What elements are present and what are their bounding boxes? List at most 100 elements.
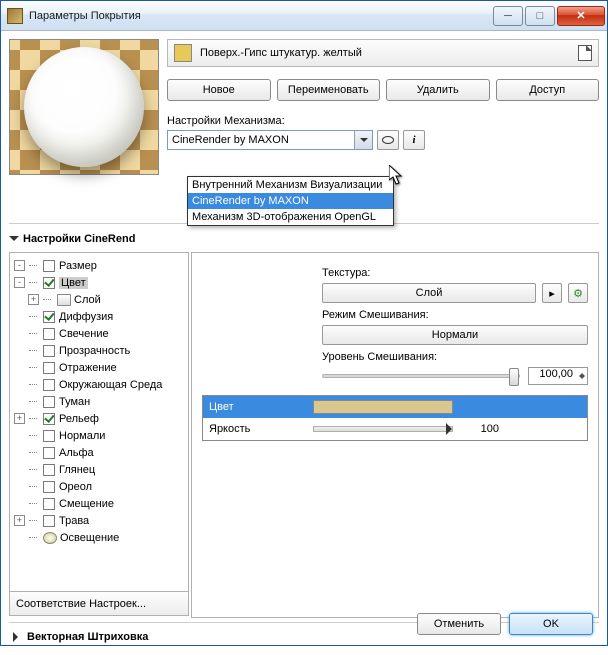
blend-mode-button[interactable]: Нормали <box>322 325 588 345</box>
layer-icon <box>57 294 71 306</box>
tree-item[interactable]: Смещение <box>12 495 186 512</box>
tree-item-label: Размер <box>59 260 97 272</box>
tree-item[interactable]: +Слой <box>12 291 186 308</box>
brightness-slider[interactable] <box>313 426 453 432</box>
material-name-field[interactable]: Поверх.-Гипс штукатур. желтый <box>167 39 599 67</box>
document-icon[interactable] <box>578 45 592 61</box>
cancel-button[interactable]: Отменить <box>417 613 501 635</box>
new-button[interactable]: Новое <box>167 79 271 101</box>
tree-checkbox[interactable] <box>43 277 55 289</box>
tree-item[interactable]: Глянец <box>12 461 186 478</box>
tree-item[interactable]: Освещение <box>12 529 186 546</box>
mix-slider[interactable] <box>322 374 520 378</box>
tree-checkbox[interactable] <box>43 328 55 340</box>
ok-button[interactable]: OK <box>509 613 593 635</box>
tree-item-label: Трава <box>59 515 89 527</box>
tree-item-label: Рельеф <box>59 413 99 425</box>
tree-item-label: Цвет <box>59 277 88 289</box>
tree-checkbox[interactable] <box>43 515 55 527</box>
texture-button[interactable]: Слой <box>322 283 536 303</box>
tree-checkbox[interactable] <box>43 481 55 493</box>
tree-item-label: Освещение <box>60 532 119 544</box>
tree-expand-icon[interactable]: - <box>14 277 25 288</box>
tree-item-label: Смещение <box>59 498 114 510</box>
tree-item-label: Туман <box>59 396 90 408</box>
tree-checkbox[interactable] <box>43 464 55 476</box>
close-button[interactable]: ✕ <box>557 6 605 26</box>
info-button[interactable]: i <box>403 130 425 150</box>
color-row-label: Цвет <box>203 401 313 413</box>
brightness-row[interactable]: Яркость 100 <box>203 418 587 440</box>
tree-item[interactable]: Свечение <box>12 325 186 342</box>
chevron-down-icon[interactable] <box>354 131 372 149</box>
tree-checkbox[interactable] <box>43 260 55 272</box>
tree-item-label: Диффузия <box>59 311 113 323</box>
tree-checkbox[interactable] <box>43 311 55 323</box>
tree-expand-icon[interactable]: + <box>28 294 39 305</box>
tree-item-label: Альфа <box>59 447 94 459</box>
tree-checkbox[interactable] <box>43 379 55 391</box>
tree-item[interactable]: - Цвет <box>12 274 186 291</box>
material-swatch <box>174 44 192 62</box>
tree-item-label: Ореол <box>59 481 92 493</box>
blend-label: Режим Смешивания: <box>322 309 588 321</box>
tree-item[interactable]: Альфа <box>12 444 186 461</box>
mix-value-input[interactable]: 100,00 <box>528 367 588 385</box>
material-preview <box>9 39 159 175</box>
tree-expand-icon[interactable]: + <box>14 413 25 424</box>
tree-checkbox[interactable] <box>43 447 55 459</box>
texture-settings-icon[interactable]: ⚙ <box>568 283 588 303</box>
tree-item[interactable]: - Размер <box>12 257 186 274</box>
tree-checkbox[interactable] <box>43 362 55 374</box>
match-settings-button[interactable]: Соответствие Настроек... <box>9 592 189 616</box>
tree-item-label: Свечение <box>59 328 109 340</box>
engine-option[interactable]: Внутренний Механизм Визуализации <box>188 177 393 193</box>
tree-checkbox[interactable] <box>43 430 55 442</box>
engine-combobox[interactable]: CineRender by MAXON <box>167 130 373 150</box>
brightness-slider-thumb[interactable] <box>446 423 458 435</box>
tree-item[interactable]: Ореол <box>12 478 186 495</box>
engine-value: CineRender by MAXON <box>172 134 289 146</box>
engine-dropdown[interactable]: Внутренний Механизм Визуализации CineRen… <box>187 176 394 226</box>
tree-checkbox[interactable] <box>43 413 55 425</box>
color-grid: Цвет Яркость 100 <box>202 395 588 441</box>
section-title: Векторная Штриховка <box>27 631 148 643</box>
tree-item[interactable]: + Трава <box>12 512 186 529</box>
color-row[interactable]: Цвет <box>203 396 587 418</box>
slider-thumb[interactable] <box>509 368 519 386</box>
preview-sphere <box>24 47 144 167</box>
maximize-button[interactable]: □ <box>525 6 555 26</box>
texture-browse-icon[interactable]: ▸ <box>542 283 562 303</box>
color-swatch-bar[interactable] <box>313 400 453 414</box>
brightness-value: 100 <box>459 423 499 435</box>
tree-item[interactable]: + Рельеф <box>12 410 186 427</box>
tree-item[interactable]: Туман <box>12 393 186 410</box>
tree-checkbox[interactable] <box>43 396 55 408</box>
tree-checkbox[interactable] <box>43 345 55 357</box>
rename-button[interactable]: Переименовать <box>277 79 381 101</box>
tree-item[interactable]: Прозрачность <box>12 342 186 359</box>
tree-item[interactable]: Окружающая Среда <box>12 376 186 393</box>
cinerender-section-header[interactable]: Настройки CineRend <box>9 228 599 250</box>
preview-eye-button[interactable] <box>377 130 399 150</box>
minimize-button[interactable]: ─ <box>493 6 523 26</box>
tree-item-label: Глянец <box>59 464 95 476</box>
tree-expand-icon[interactable]: + <box>14 515 25 526</box>
tree-checkbox[interactable] <box>43 498 55 510</box>
delete-button[interactable]: Удалить <box>386 79 490 101</box>
engine-label: Настройки Механизма: <box>167 115 599 127</box>
access-button[interactable]: Доступ <box>496 79 600 101</box>
tree-item[interactable]: Отражение <box>12 359 186 376</box>
tree-item-label: Отражение <box>59 362 117 374</box>
tree-item[interactable]: Диффузия <box>12 308 186 325</box>
tree-expand-icon[interactable]: - <box>14 260 25 271</box>
engine-option[interactable]: Механизм 3D-отображения OpenGL <box>188 209 393 225</box>
window-title: Параметры Покрытия <box>29 10 493 22</box>
expand-down-icon <box>9 236 19 246</box>
titlebar[interactable]: Параметры Покрытия ─ □ ✕ <box>1 1 607 31</box>
tree-item[interactable]: Нормали <box>12 427 186 444</box>
material-name-text: Поверх.-Гипс штукатур. желтый <box>200 47 570 59</box>
engine-option[interactable]: CineRender by MAXON <box>188 193 393 209</box>
channel-tree[interactable]: - Размер - Цвет +Слой Диффузия Свечение Прозрач… <box>9 252 189 592</box>
texture-label: Текстура: <box>322 267 588 279</box>
